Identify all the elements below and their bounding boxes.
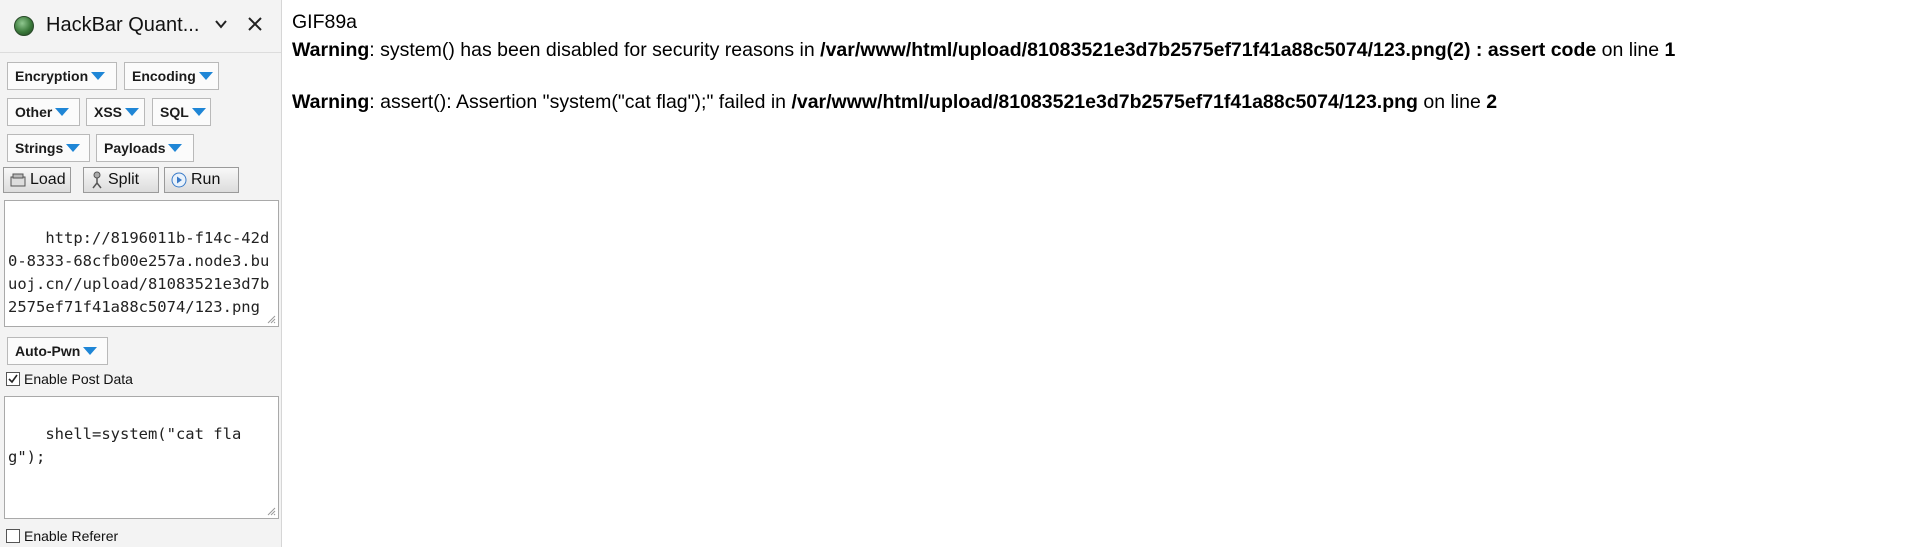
- encryption-menu-label: Encryption: [15, 68, 89, 84]
- enable-referer-toggle[interactable]: Enable Referer: [6, 528, 118, 544]
- strings-menu-label: Strings: [15, 140, 64, 156]
- warning-message-2: Warning: assert(): Assertion "system("ca…: [292, 91, 1497, 114]
- page-output: GIF89a Warning: system() has been disabl…: [292, 0, 1920, 547]
- resize-grip-icon[interactable]: [266, 506, 276, 516]
- hackbar-sidebar: HackBar Quant... Encryption Encoding Oth…: [0, 0, 282, 547]
- auto-pwn-label: Auto-Pwn: [15, 343, 81, 359]
- dropdown-triangle-icon: [198, 72, 213, 80]
- run-icon: [171, 172, 187, 188]
- chevron-down-icon[interactable]: [214, 17, 228, 31]
- load-url-button[interactable]: Load: [3, 167, 71, 193]
- checkmark-icon: [8, 374, 18, 384]
- close-icon[interactable]: [246, 15, 264, 33]
- dropdown-triangle-icon: [83, 347, 98, 355]
- dropdown-triangle-icon: [55, 108, 70, 116]
- enable-post-data-checkbox[interactable]: [6, 372, 20, 386]
- warning-line-number: 2: [1486, 91, 1498, 113]
- warning-on-line: on line: [1596, 39, 1665, 61]
- load-icon: [10, 173, 26, 187]
- enable-post-data-toggle[interactable]: Enable Post Data: [6, 371, 133, 387]
- run-button[interactable]: Run: [164, 167, 239, 193]
- payloads-menu-button[interactable]: Payloads: [96, 134, 194, 162]
- warning-line-number: 1: [1664, 39, 1676, 61]
- load-label: Load: [30, 171, 66, 188]
- other-menu-label: Other: [15, 104, 53, 120]
- warning-path: /var/www/html/upload/81083521e3d7b2575ef…: [820, 39, 1597, 61]
- sql-menu-button[interactable]: SQL: [152, 98, 211, 126]
- split-url-button[interactable]: Split: [83, 167, 159, 193]
- split-label: Split: [108, 171, 140, 188]
- resize-grip-icon[interactable]: [266, 314, 276, 324]
- post-data-value: shell=system("cat flag");: [8, 425, 242, 466]
- dropdown-triangle-icon: [168, 144, 183, 152]
- xss-menu-button[interactable]: XSS: [86, 98, 145, 126]
- payloads-menu-label: Payloads: [104, 140, 166, 156]
- sidebar-title[interactable]: HackBar Quant...: [46, 14, 199, 37]
- dropdown-triangle-icon: [91, 72, 106, 80]
- enable-referer-label: Enable Referer: [24, 528, 119, 544]
- enable-post-data-label: Enable Post Data: [24, 371, 133, 387]
- run-label: Run: [191, 171, 221, 188]
- xss-menu-label: XSS: [94, 104, 123, 120]
- sql-menu-label: SQL: [160, 104, 189, 120]
- dropdown-triangle-icon: [191, 108, 206, 116]
- warning-path: /var/www/html/upload/81083521e3d7b2575ef…: [791, 91, 1418, 113]
- dropdown-triangle-icon: [125, 108, 140, 116]
- dropdown-triangle-icon: [66, 144, 81, 152]
- url-value: http://8196011b-f14c-42d0-8333-68cfb00e2…: [8, 229, 270, 316]
- warning-label: Warning: [292, 39, 370, 61]
- encoding-menu-label: Encoding: [132, 68, 196, 84]
- post-data-textarea[interactable]: shell=system("cat flag");: [4, 396, 279, 519]
- url-textarea[interactable]: http://8196011b-f14c-42d0-8333-68cfb00e2…: [4, 200, 279, 327]
- gif-header-text: GIF89a: [292, 11, 358, 33]
- encryption-menu-button[interactable]: Encryption: [7, 62, 117, 90]
- enable-referer-checkbox[interactable]: [6, 529, 20, 543]
- warning-text: : system() has been disabled for securit…: [369, 39, 821, 61]
- auto-pwn-menu-button[interactable]: Auto-Pwn: [7, 337, 108, 365]
- warning-text: : assert(): Assertion "system("cat flag"…: [369, 91, 792, 113]
- other-menu-button[interactable]: Other: [7, 98, 80, 126]
- warning-message-1: Warning: system() has been disabled for …: [292, 39, 1675, 62]
- warning-on-line: on line: [1417, 91, 1487, 113]
- hackbar-logo-icon: [14, 16, 34, 36]
- warning-label: Warning: [292, 91, 370, 113]
- encoding-menu-button[interactable]: Encoding: [124, 62, 219, 90]
- split-icon: [92, 171, 102, 189]
- strings-menu-button[interactable]: Strings: [7, 134, 90, 162]
- sidebar-header: HackBar Quant...: [0, 0, 281, 53]
